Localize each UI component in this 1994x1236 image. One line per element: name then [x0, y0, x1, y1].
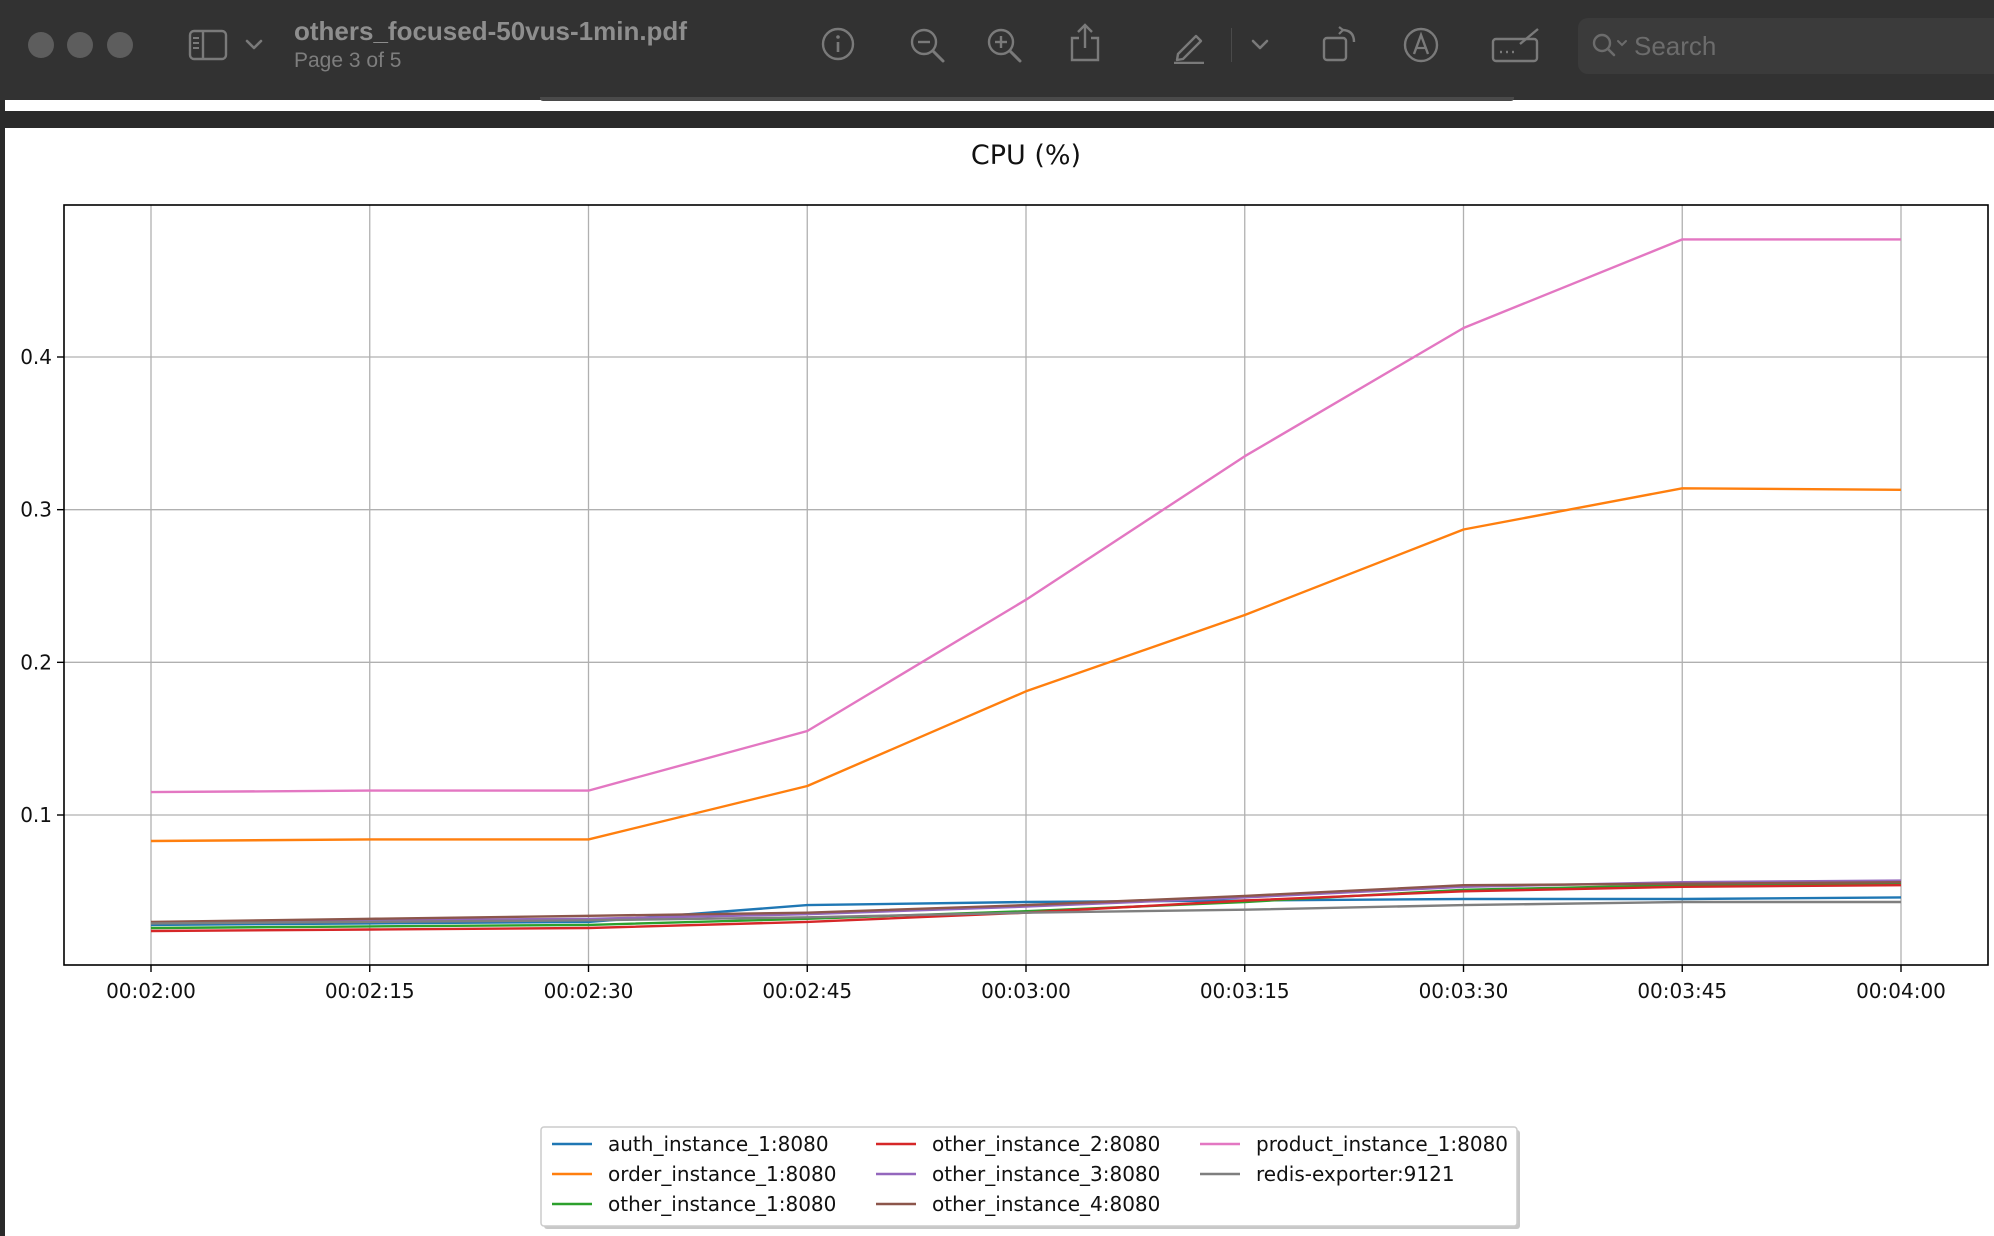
x-tick-label: 00:03:45	[1637, 979, 1727, 1003]
share-icon	[1070, 23, 1100, 62]
y-tick-label: 0.1	[20, 803, 52, 827]
annotate-button[interactable]	[1402, 26, 1440, 64]
x-tick-label: 00:02:45	[762, 979, 852, 1003]
signature-icon	[1491, 28, 1539, 63]
legend-label: order_instance_1:8080	[608, 1162, 836, 1186]
x-tick-label: 00:03:00	[981, 979, 1071, 1003]
y-tick-label: 0.4	[20, 345, 52, 369]
legend-label: redis-exporter:9121	[1256, 1162, 1455, 1186]
annotate-icon	[1403, 27, 1439, 63]
search-input[interactable]	[1632, 27, 1976, 65]
zoom-in-icon	[987, 28, 1022, 63]
rotate-icon	[1322, 26, 1356, 62]
signature-button[interactable]	[1490, 26, 1542, 64]
info-button[interactable]	[820, 26, 856, 62]
legend-label: other_instance_1:8080	[608, 1192, 836, 1216]
x-tick-label: 00:02:15	[325, 979, 415, 1003]
previous-page-shadow	[540, 97, 1514, 101]
zoom-window-button[interactable]	[107, 32, 133, 58]
zoom-out-icon	[910, 28, 945, 63]
markup-pen-icon	[1174, 34, 1204, 64]
document-title: others_focused-50vus-1min.pdf	[294, 16, 687, 46]
sidebar-toggle-button[interactable]	[188, 28, 228, 62]
legend-label: other_instance_2:8080	[932, 1132, 1160, 1156]
legend-label: product_instance_1:8080	[1256, 1132, 1508, 1156]
markup-button[interactable]	[1170, 26, 1208, 64]
minimize-window-button[interactable]	[67, 32, 93, 58]
rotate-button[interactable]	[1320, 24, 1360, 64]
sidebar-icon	[188, 29, 228, 61]
legend-label: auth_instance_1:8080	[608, 1132, 829, 1156]
share-button[interactable]	[1068, 22, 1102, 64]
zoom-in-button[interactable]	[985, 26, 1023, 64]
markup-options-button[interactable]	[1250, 36, 1270, 54]
x-tick-label: 00:04:00	[1856, 979, 1946, 1003]
chart-title: CPU (%)	[971, 140, 1081, 171]
chevron-down-icon	[245, 39, 263, 50]
x-tick-label: 00:02:00	[106, 979, 196, 1003]
x-tick-label: 00:02:30	[544, 979, 634, 1003]
page-indicator: Page 3 of 5	[294, 49, 402, 72]
y-tick-label: 0.2	[20, 650, 52, 674]
info-icon	[821, 27, 855, 61]
toolbar-separator	[1231, 28, 1232, 62]
close-window-button[interactable]	[28, 32, 54, 58]
search-icon	[1592, 33, 1627, 57]
cpu-line-chart: CPU (%) 00:02:00 00:02:15 00:02:30 00:02:45 0…	[20, 140, 1989, 1229]
pdf-page: CPU (%) 00:02:00 00:02:15 00:02:30 00:02:45 0…	[5, 128, 1994, 1236]
y-tick-label: 0.3	[20, 498, 52, 522]
page-gap	[0, 111, 1994, 128]
search-field[interactable]	[1578, 18, 1994, 74]
previous-page-edge	[0, 100, 1994, 111]
zoom-out-button[interactable]	[908, 26, 946, 64]
legend-label: other_instance_3:8080	[932, 1162, 1160, 1186]
x-tick-label: 00:03:15	[1200, 979, 1290, 1003]
x-tick-label: 00:03:30	[1419, 979, 1509, 1003]
sidebar-options-button[interactable]	[244, 36, 264, 54]
legend-label: other_instance_4:8080	[932, 1192, 1160, 1216]
chevron-down-icon	[1251, 39, 1269, 50]
toolbar: others_focused-50vus-1min.pdf Page 3 of …	[0, 0, 1994, 100]
